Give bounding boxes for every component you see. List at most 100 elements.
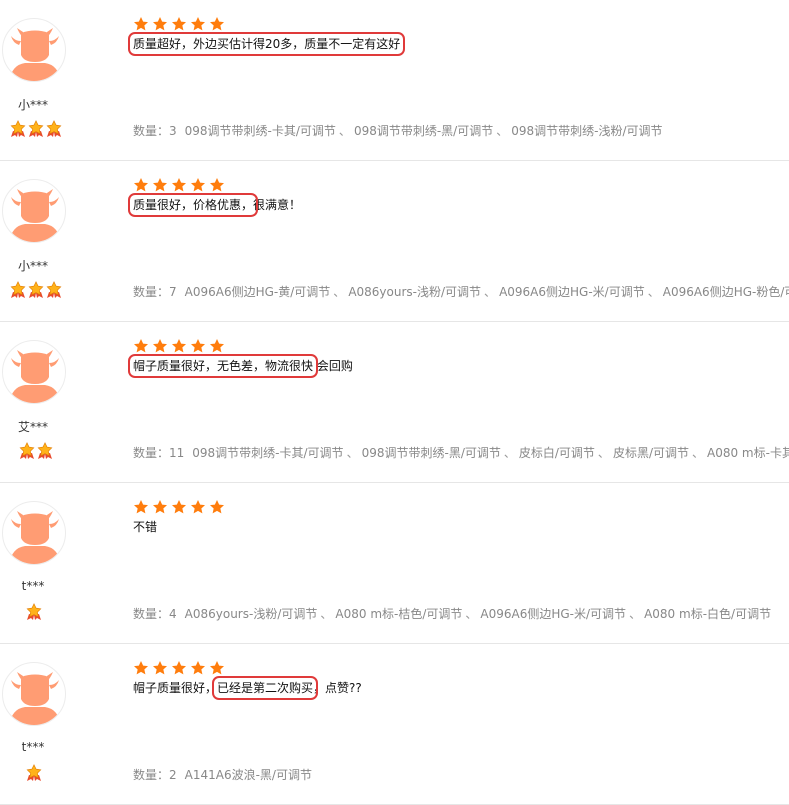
star-icon bbox=[172, 339, 186, 353]
sku-variant: A096A6侧边HG-粉色/可调节 bbox=[645, 285, 789, 299]
sku-variant: A086yours-浅粉/可调节 bbox=[184, 607, 318, 621]
star-icon bbox=[153, 339, 167, 353]
level-badge-icon bbox=[19, 442, 35, 459]
user-name: 小*** bbox=[17, 259, 48, 273]
user-name: 艾*** bbox=[17, 420, 48, 434]
star-icon bbox=[153, 500, 167, 514]
purchase-info: 数量：2 A141A6波浪-黑/可调节 bbox=[133, 766, 312, 783]
sku-variant: 098调节带刺绣-卡其/可调节 bbox=[184, 124, 336, 138]
avatar[interactable] bbox=[2, 501, 66, 565]
avatar[interactable] bbox=[2, 340, 66, 404]
star-icon bbox=[134, 17, 148, 31]
review-text-part: 帽子质量很好， bbox=[133, 681, 218, 695]
sku-variant: 皮标黑/可调节 bbox=[595, 446, 689, 460]
review-text: 帽子质量很好，已经是第二次购买，点赞?? bbox=[133, 676, 362, 700]
user-level-badges bbox=[26, 603, 42, 621]
user-level-badges bbox=[26, 764, 42, 782]
review-text-part: 不错 bbox=[133, 520, 158, 534]
star-icon bbox=[172, 661, 186, 675]
star-icon bbox=[153, 17, 167, 31]
star-icon bbox=[210, 17, 224, 31]
review-text: 质量超好，外边买估计得20多，质量不一定有这好 bbox=[127, 32, 406, 56]
sku-variant: A080 m标-白色/可调节 bbox=[626, 607, 771, 621]
star-icon bbox=[172, 500, 186, 514]
star-icon bbox=[210, 339, 224, 353]
quantity-label: 数量：11 bbox=[133, 446, 185, 460]
star-icon bbox=[191, 500, 205, 514]
review-text-part: 很满意！ bbox=[253, 198, 302, 212]
rating-stars bbox=[133, 177, 225, 193]
star-icon bbox=[172, 178, 186, 192]
purchase-info: 数量：7A096A6侧边HG-黄/可调节A086yours-浅粉/可调节A096… bbox=[133, 283, 789, 300]
quantity-label: 数量：4 bbox=[133, 607, 177, 621]
sku-variant: 098调节带刺绣-浅粉/可调节 bbox=[493, 124, 662, 138]
review-item: 艾*** 帽子质量很好，无色差，物流很快 会回购数量：11 098调节带刺绣-卡其/… bbox=[0, 322, 789, 483]
level-badge-icon bbox=[26, 764, 42, 781]
review-item: 小*** 质量超好，外边买估计得20多，质量不一定有这好数量：3 098调节带刺绣-… bbox=[0, 0, 789, 161]
sku-variant: A096A6侧边HG-黄/可调节 bbox=[184, 285, 331, 299]
star-icon bbox=[210, 661, 224, 675]
avatar-silhouette-icon bbox=[9, 350, 61, 403]
quantity-label: 数量：2 bbox=[133, 768, 177, 782]
star-icon bbox=[134, 339, 148, 353]
sku-variant: 098调节带刺绣-卡其/可调节 bbox=[192, 446, 344, 460]
star-icon bbox=[191, 17, 205, 31]
review-item: t*** 不错数量：4 A086yours-浅粉/可调节A080 m标-桔色/可调节… bbox=[0, 483, 789, 644]
level-badge-icon bbox=[10, 120, 26, 137]
star-icon bbox=[210, 178, 224, 192]
rating-stars bbox=[133, 660, 225, 676]
star-icon bbox=[191, 661, 205, 675]
level-badge-icon bbox=[28, 281, 44, 298]
review-item: t*** 帽子质量很好，已经是第二次购买，点赞?? 数量：2 A141A6波浪-黑/可… bbox=[0, 644, 789, 805]
rating-stars bbox=[133, 16, 225, 32]
avatar-silhouette-icon bbox=[9, 672, 61, 725]
level-badge-icon bbox=[26, 603, 42, 620]
sku-variant: A080 m标-桔色/可调节 bbox=[317, 607, 462, 621]
review-text-part: ，点赞?? bbox=[313, 681, 362, 695]
rating-stars bbox=[133, 499, 225, 515]
review-text: 质量很好，价格优惠，很满意！ bbox=[127, 193, 302, 217]
star-icon bbox=[191, 339, 205, 353]
purchase-info: 数量：3 098调节带刺绣-卡其/可调节098调节带刺绣-黑/可调节098调节带刺… bbox=[133, 122, 663, 139]
review-text-part: 会回购 bbox=[313, 359, 353, 373]
highlighted-text: 已经是第二次购买 bbox=[212, 676, 319, 700]
review-text: 帽子质量很好，无色差，物流很快 会回购 bbox=[127, 354, 353, 378]
sku-variant: A086yours-浅粉/可调节 bbox=[330, 285, 481, 299]
level-badge-icon bbox=[37, 442, 53, 459]
avatar-silhouette-icon bbox=[9, 189, 61, 242]
sku-variant: 皮标白/可调节 bbox=[501, 446, 595, 460]
sku-variant: A080 m标-卡其/可调 bbox=[689, 446, 789, 460]
sku-variant: A141A6波浪-黑/可调节 bbox=[184, 768, 312, 782]
user-name: t*** bbox=[21, 579, 45, 593]
highlighted-text: 质量很好，价格优惠， bbox=[127, 193, 259, 217]
avatar[interactable] bbox=[2, 662, 66, 726]
level-badge-icon bbox=[46, 281, 62, 298]
user-name: t*** bbox=[21, 740, 45, 754]
star-icon bbox=[172, 17, 186, 31]
review-text: 不错 bbox=[133, 519, 157, 535]
quantity-label: 数量：7 bbox=[133, 285, 177, 299]
purchase-info: 数量：11 098调节带刺绣-卡其/可调节098调节带刺绣-黑/可调节皮标白/可调… bbox=[133, 444, 789, 461]
purchase-info: 数量：4 A086yours-浅粉/可调节A080 m标-桔色/可调节A096A6… bbox=[133, 605, 771, 622]
level-badge-icon bbox=[10, 281, 26, 298]
highlighted-text: 质量超好，外边买估计得20多，质量不一定有这好 bbox=[127, 32, 406, 56]
highlighted-text: 帽子质量很好，无色差，物流很快 bbox=[127, 354, 319, 378]
quantity-label: 数量：3 bbox=[133, 124, 177, 138]
avatar-silhouette-icon bbox=[9, 511, 61, 564]
star-icon bbox=[210, 500, 224, 514]
level-badge-icon bbox=[46, 120, 62, 137]
rating-stars bbox=[133, 338, 225, 354]
user-name: 小*** bbox=[17, 98, 48, 112]
avatar[interactable] bbox=[2, 179, 66, 243]
level-badge-icon bbox=[28, 120, 44, 137]
user-level-badges bbox=[10, 281, 62, 299]
user-level-badges bbox=[19, 442, 53, 460]
star-icon bbox=[134, 500, 148, 514]
user-level-badges bbox=[10, 120, 62, 138]
sku-variant: A096A6侧边HG-米/可调节 bbox=[481, 285, 645, 299]
sku-variant: 098调节带刺绣-黑/可调节 bbox=[344, 446, 501, 460]
star-icon bbox=[191, 178, 205, 192]
avatar[interactable] bbox=[2, 18, 66, 82]
star-icon bbox=[134, 178, 148, 192]
sku-variant: 098调节带刺绣-黑/可调节 bbox=[336, 124, 493, 138]
